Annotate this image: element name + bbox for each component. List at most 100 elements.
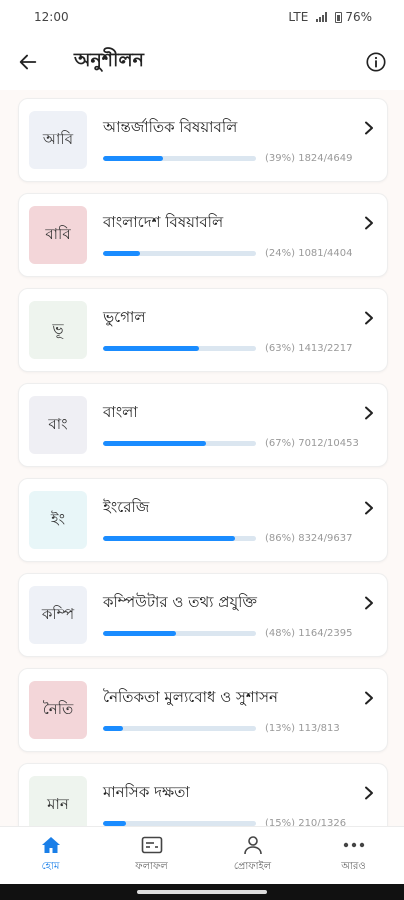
- subject-card-body: ইংরেজি (86%) 8324/9637: [103, 496, 355, 544]
- subject-card[interactable]: কম্পি কম্পিউটার ও তথ্য প্রযুক্তি (48%) 116…: [18, 573, 388, 657]
- progress-fill: [103, 536, 235, 541]
- progress-stat: (24%) 1081/4404: [265, 248, 353, 259]
- progress-row: (67%) 7012/10453: [103, 438, 359, 449]
- subject-card-body: নৈতিকতা মুল্যবোধ ও সুশাসন (13%) 113/813: [103, 686, 355, 734]
- subject-badge: বাং: [29, 396, 87, 454]
- progress-fill: [103, 726, 123, 731]
- progress-fill: [103, 251, 140, 256]
- subject-badge: বাবি: [29, 206, 87, 264]
- progress-fill: [103, 156, 163, 161]
- chevron-right-icon: [355, 311, 375, 325]
- subject-card[interactable]: বাবি বাংলাদেশ বিষয়াবলি (24%) 1081/4404: [18, 193, 388, 277]
- nav-item-more[interactable]: আরও: [303, 827, 404, 884]
- progress-track: [103, 536, 256, 541]
- home-gesture-handle[interactable]: [137, 890, 267, 894]
- progress-track: [103, 251, 256, 256]
- subject-card[interactable]: আবি আন্তর্জাতিক বিষয়াবলি (39%) 1824/4649: [18, 98, 388, 182]
- subject-card[interactable]: মান মানসিক দক্ষতা (15%) 210/1326: [18, 763, 388, 826]
- subject-title: আন্তর্জাতিক বিষয়াবলি: [103, 118, 238, 136]
- subject-badge: ভূ: [29, 301, 87, 359]
- subject-badge: ইং: [29, 491, 87, 549]
- profile-icon: [243, 835, 263, 855]
- nav-item-profile[interactable]: প্রোফাইল: [202, 827, 303, 884]
- progress-fill: [103, 346, 200, 351]
- app-bar: অনুশীলন: [0, 34, 404, 90]
- network-label: LTE: [288, 10, 309, 24]
- subject-card[interactable]: নৈতি নৈতিকতা মুল্যবোধ ও সুশাসন (13%) 113/8…: [18, 668, 388, 752]
- chevron-right-icon: [355, 501, 375, 515]
- subject-list-container[interactable]: আবি আন্তর্জাতিক বিষয়াবলি (39%) 1824/4649 ব…: [0, 90, 404, 826]
- progress-row: (48%) 1164/2395: [103, 628, 355, 639]
- chevron-right-icon: [355, 786, 375, 800]
- progress-track: [103, 156, 256, 161]
- progress-stat: (67%) 7012/10453: [265, 438, 359, 449]
- results-icon: [141, 835, 163, 855]
- info-button[interactable]: [348, 34, 404, 90]
- chevron-right-icon: [355, 691, 375, 705]
- battery-level: 76%: [345, 10, 372, 24]
- info-icon: [366, 52, 386, 72]
- subject-badge: কম্পি: [29, 586, 87, 644]
- subject-card[interactable]: বাং বাংলা (67%) 7012/10453: [18, 383, 388, 467]
- subject-badge: মান: [29, 776, 87, 826]
- arrow-left-icon: [19, 54, 37, 70]
- subject-card-body: বাংলা (67%) 7012/10453: [103, 401, 359, 449]
- subject-card-body: মানসিক দক্ষতা (15%) 210/1326: [103, 781, 355, 826]
- progress-track: [103, 726, 256, 731]
- progress-row: (39%) 1824/4649: [103, 153, 355, 164]
- nav-label: প্রোফাইল: [233, 861, 272, 872]
- subject-badge: আবি: [29, 111, 87, 169]
- chevron-right-icon: [359, 406, 375, 420]
- subject-card[interactable]: ভূ ভুগোল (63%) 1413/2217: [18, 288, 388, 372]
- battery-icon: [335, 11, 343, 23]
- chevron-right-icon: [355, 216, 375, 230]
- subject-card-body: আন্তর্জাতিক বিষয়াবলি (39%) 1824/4649: [103, 116, 355, 164]
- bottom-navigation: হোম ফলাফল প্রোফাইল আরও: [0, 826, 404, 884]
- progress-stat: (15%) 210/1326: [265, 818, 347, 826]
- subject-list: আবি আন্তর্জাতিক বিষয়াবলি (39%) 1824/4649 ব…: [0, 90, 404, 826]
- progress-stat: (13%) 113/813: [265, 723, 340, 734]
- signal-icon: [316, 12, 328, 22]
- progress-row: (13%) 113/813: [103, 723, 355, 734]
- progress-stat: (86%) 8324/9637: [265, 533, 353, 544]
- nav-label: হোম: [41, 861, 60, 872]
- nav-item-home[interactable]: হোম: [0, 827, 101, 884]
- progress-row: (24%) 1081/4404: [103, 248, 355, 259]
- subject-title: মানসিক দক্ষতা: [103, 783, 190, 801]
- nav-item-results[interactable]: ফলাফল: [101, 827, 202, 884]
- status-bar: 12:00 LTE 76%: [0, 0, 404, 34]
- progress-row: (15%) 210/1326: [103, 818, 355, 826]
- subject-title: বাংলা: [103, 403, 138, 421]
- chevron-right-icon: [355, 596, 375, 610]
- progress-stat: (63%) 1413/2217: [265, 343, 353, 354]
- page-title: অনুশীলন: [74, 49, 144, 71]
- subject-card-body: কম্পিউটার ও তথ্য প্রযুক্তি (48%) 1164/239…: [103, 591, 355, 639]
- gesture-bar: [0, 884, 404, 900]
- subject-title: ভুগোল: [103, 308, 146, 326]
- progress-fill: [103, 631, 177, 636]
- progress-fill: [103, 441, 206, 446]
- subject-title: ইংরেজি: [103, 498, 150, 516]
- progress-row: (86%) 8324/9637: [103, 533, 355, 544]
- nav-label: আরও: [341, 861, 366, 872]
- subject-title: কম্পিউটার ও তথ্য প্রযুক্তি: [103, 593, 257, 611]
- subject-title: নৈতিকতা মুল্যবোধ ও সুশাসন: [103, 688, 278, 706]
- subject-card-body: ভুগোল (63%) 1413/2217: [103, 306, 355, 354]
- home-icon: [41, 835, 61, 855]
- progress-track: [103, 346, 256, 351]
- status-indicators: LTE 76%: [288, 10, 372, 24]
- subject-badge: নৈতি: [29, 681, 87, 739]
- subject-title: বাংলাদেশ বিষয়াবলি: [103, 213, 224, 231]
- subject-card[interactable]: ইং ইংরেজি (86%) 8324/9637: [18, 478, 388, 562]
- progress-track: [103, 441, 256, 446]
- nav-label: ফলাফল: [135, 861, 168, 872]
- progress-row: (63%) 1413/2217: [103, 343, 355, 354]
- status-time: 12:00: [34, 10, 69, 24]
- progress-stat: (48%) 1164/2395: [265, 628, 353, 639]
- progress-stat: (39%) 1824/4649: [265, 153, 353, 164]
- progress-track: [103, 631, 256, 636]
- more-icon: [343, 835, 365, 855]
- subject-card-body: বাংলাদেশ বিষয়াবলি (24%) 1081/4404: [103, 211, 355, 259]
- back-button[interactable]: [0, 34, 56, 90]
- chevron-right-icon: [355, 121, 375, 135]
